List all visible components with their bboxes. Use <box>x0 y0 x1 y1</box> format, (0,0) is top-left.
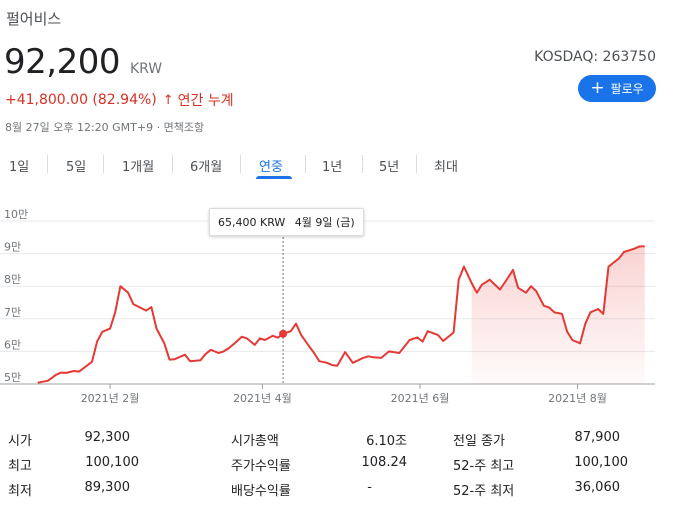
tab-ytd[interactable]: 연중 <box>259 156 283 175</box>
y-tick-label: 9만 <box>4 241 21 254</box>
x-tick-label: 2021년 4월 <box>233 392 292 405</box>
y-tick-label: 5만 <box>4 371 21 384</box>
current-price: 92,200 <box>4 42 120 82</box>
tab-5d[interactable]: 5일 <box>66 156 86 175</box>
stat-value-open: 92,300 <box>84 430 131 445</box>
stat-label-dividend-yield: 배당수익률 <box>231 484 291 499</box>
x-tick-label: 2021년 2월 <box>81 392 140 405</box>
tab-max[interactable]: 최대 <box>434 156 458 175</box>
price-change: +41,800.00 (82.94%) <box>5 92 157 108</box>
exchange-ticker: KOSDAQ: 263750 <box>534 49 656 65</box>
follow-button[interactable]: + 팔로우 <box>578 75 656 102</box>
tab-6m[interactable]: 6개월 <box>190 156 222 175</box>
tab-1d[interactable]: 1일 <box>9 156 29 175</box>
tab-divider <box>416 155 417 173</box>
price-row: 92,200 KRW <box>4 42 162 82</box>
tab-divider <box>362 155 363 173</box>
y-tick-label: 10만 <box>4 208 28 221</box>
stat-value-52w-high: 100,100 <box>574 455 628 470</box>
x-tick-label: 2021년 6월 <box>391 392 450 405</box>
x-axis-labels: 2021년 2월 2021년 4월 2021년 6월 2021년 8월 <box>81 384 607 405</box>
company-name: 펄어비스 <box>6 10 62 28</box>
stat-value-prev-close: 87,900 <box>574 430 621 445</box>
stat-label-pe-ratio: 주가수익률 <box>231 459 291 474</box>
tab-1y[interactable]: 1년 <box>322 156 342 175</box>
stat-value-low: 89,300 <box>84 480 131 495</box>
x-tick-label: 2021년 8월 <box>548 392 607 405</box>
price-area <box>471 246 645 384</box>
stat-label-prev-close: 전일 종가 <box>453 434 505 449</box>
y-axis-labels: 5만 6만 7만 8만 9만 10만 <box>4 208 28 384</box>
tab-5y[interactable]: 5년 <box>379 156 399 175</box>
timestamp-disclaimer: 8월 27일 오후 12:20 GMT+9 · 면책조항 <box>5 121 205 134</box>
change-period: 연간 누계 <box>177 93 234 109</box>
stat-label-open: 시가 <box>8 434 32 449</box>
follow-button-label: 팔로우 <box>610 82 644 96</box>
hover-tooltip: 65,400 KRW 4월 9일 (금) <box>209 208 364 236</box>
active-tab-indicator <box>256 176 292 179</box>
price-change-row: +41,800.00 (82.94%) ↑ 연간 누계 <box>5 90 234 110</box>
stat-label-market-cap: 시가총액 <box>231 434 279 449</box>
plus-icon: + <box>590 78 605 98</box>
tab-divider <box>47 155 48 173</box>
tooltip-date: 4월 9일 (금) <box>294 216 355 229</box>
stat-value-high: 100,100 <box>85 455 139 470</box>
stat-value-market-cap: 6.10조 <box>366 434 407 449</box>
tab-divider <box>172 155 173 173</box>
stat-label-52w-low: 52-주 최저 <box>453 484 515 499</box>
stat-value-52w-low: 36,060 <box>574 480 621 495</box>
tab-divider <box>240 155 241 173</box>
tooltip-price: 65,400 KRW <box>218 216 286 229</box>
y-tick-label: 8만 <box>4 273 21 286</box>
stat-value-pe-ratio: 108.24 <box>361 455 408 470</box>
tab-divider <box>103 155 104 173</box>
stat-label-low: 최저 <box>8 484 32 499</box>
y-tick-label: 7만 <box>4 306 21 319</box>
tab-1m[interactable]: 1개월 <box>122 156 154 175</box>
y-tick-label: 6만 <box>4 338 21 351</box>
stat-value-dividend-yield: - <box>367 480 372 495</box>
arrow-up-icon: ↑ <box>162 92 174 108</box>
hover-point <box>279 329 288 338</box>
stat-label-52w-high: 52-주 최고 <box>453 459 515 474</box>
tab-divider <box>305 155 306 173</box>
currency-label: KRW <box>129 61 163 77</box>
stat-label-high: 최고 <box>8 459 32 474</box>
